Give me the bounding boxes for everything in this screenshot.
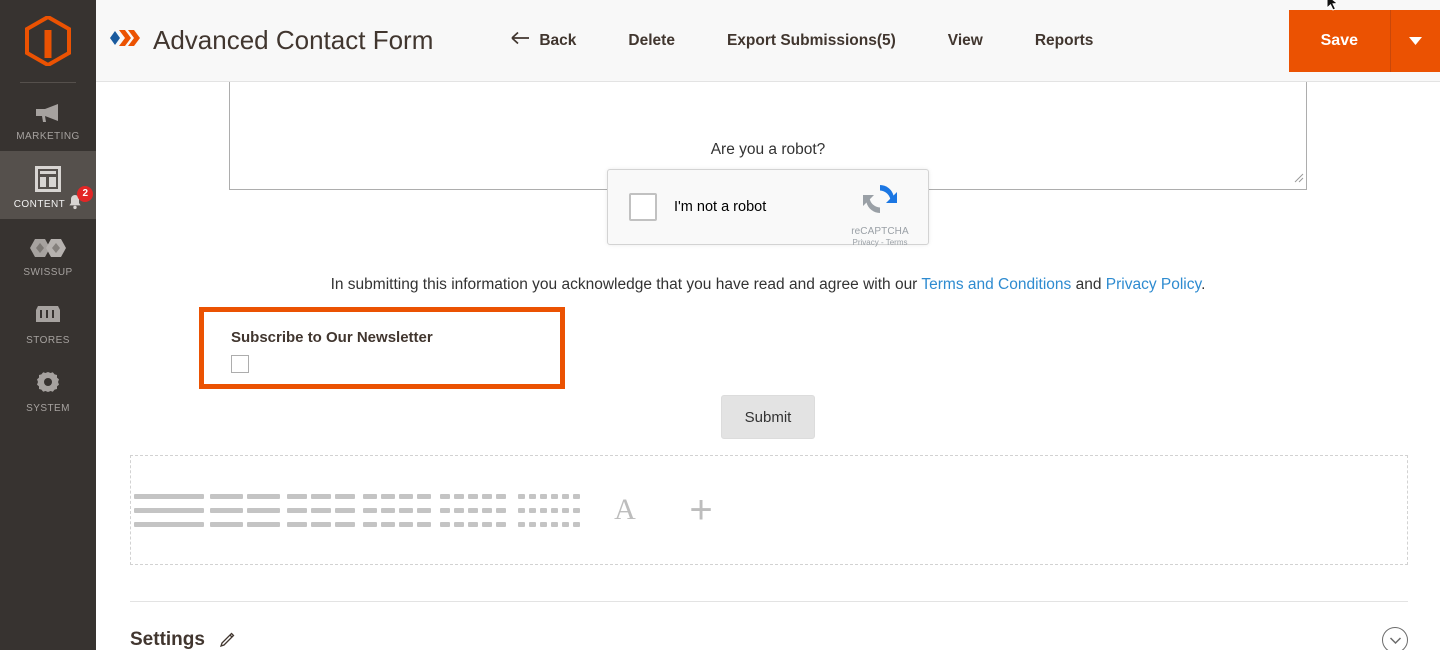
- recaptcha-branding: reCAPTCHA Privacy - Terms: [841, 178, 919, 247]
- columns-3-icon[interactable]: [283, 493, 359, 527]
- sidebar-item-swissup[interactable]: SWISSUP: [0, 219, 96, 287]
- terms-suffix: .: [1201, 276, 1206, 293]
- newsletter-field-highlight[interactable]: Subscribe to Our Newsletter: [199, 307, 565, 389]
- resize-handle-icon[interactable]: [1292, 170, 1304, 188]
- layout-toolbar: A +: [130, 455, 1408, 565]
- save-button[interactable]: Save: [1288, 10, 1390, 72]
- columns-6-icon[interactable]: [511, 493, 587, 527]
- caret-down-icon: [1408, 34, 1423, 49]
- content-layout-icon: [35, 164, 61, 194]
- sidebar-item-label: SWISSUP: [23, 266, 73, 278]
- back-button-label: Back: [539, 31, 577, 49]
- recaptcha-checkbox[interactable]: [629, 193, 657, 221]
- notification-badge: 2: [77, 186, 94, 202]
- save-button-group: Save: [1288, 10, 1440, 72]
- terms-prefix: In submitting this information you ackno…: [330, 276, 922, 293]
- submit-button[interactable]: Submit: [721, 395, 815, 439]
- notification-bell-icon[interactable]: 2: [68, 186, 94, 210]
- chevron-brand-icon: [108, 27, 140, 54]
- recaptcha-legal-text[interactable]: Privacy - Terms: [841, 238, 919, 247]
- back-button[interactable]: Back: [485, 31, 602, 50]
- gear-icon: [35, 369, 61, 399]
- newsletter-label: Subscribe to Our Newsletter: [231, 329, 433, 346]
- section-divider: [130, 601, 1408, 602]
- columns-5-icon[interactable]: [435, 493, 511, 527]
- storefront-icon: [34, 301, 62, 331]
- recaptcha-logo-icon: [859, 185, 901, 224]
- sidebar-item-label: SYSTEM: [26, 402, 70, 414]
- sidebar-item-label: CONTENT: [13, 198, 66, 210]
- pencil-icon[interactable]: [219, 632, 235, 648]
- columns-1-icon[interactable]: [131, 493, 207, 527]
- privacy-policy-link[interactable]: Privacy Policy: [1106, 276, 1201, 293]
- page-title: Advanced Contact Form: [108, 25, 433, 56]
- swissup-hexagons-icon: [29, 233, 67, 263]
- columns-4-icon[interactable]: [359, 493, 435, 527]
- delete-button[interactable]: Delete: [602, 32, 701, 50]
- sidebar-item-label: MARKETING: [16, 130, 80, 142]
- chevron-down-icon[interactable]: [1382, 627, 1408, 650]
- newsletter-checkbox[interactable]: [231, 355, 249, 373]
- view-button[interactable]: View: [922, 32, 1009, 50]
- sidebar-item-stores[interactable]: STORES: [0, 287, 96, 355]
- form-canvas: Are you a robot? I'm not a robot reCAPTC…: [96, 82, 1440, 650]
- arrow-left-icon: [511, 31, 530, 50]
- page-title-text: Advanced Contact Form: [153, 25, 434, 55]
- sidebar-item-label: STORES: [26, 334, 70, 346]
- recaptcha-label: I'm not a robot: [674, 199, 767, 215]
- export-submissions-button[interactable]: Export Submissions(5): [701, 32, 922, 50]
- sidebar-item-content[interactable]: CONTENT 2: [0, 151, 96, 219]
- sidebar-item-marketing[interactable]: MARKETING: [0, 83, 96, 151]
- page-header: Advanced Contact Form Back Delete Export…: [96, 0, 1440, 82]
- reports-button[interactable]: Reports: [1009, 32, 1120, 50]
- admin-sidebar: MARKETING CONTENT 2 SWISSUP STORES SYSTE…: [0, 0, 96, 650]
- terms-agreement-text: In submitting this information you ackno…: [96, 276, 1440, 294]
- recaptcha-widget[interactable]: I'm not a robot reCAPTCHA Privacy - Term…: [607, 169, 929, 247]
- add-element-icon[interactable]: +: [663, 490, 739, 530]
- terms-middle: and: [1071, 276, 1106, 293]
- sidebar-item-system[interactable]: SYSTEM: [0, 355, 96, 423]
- settings-title: Settings: [130, 629, 205, 650]
- app-root: MARKETING CONTENT 2 SWISSUP STORES SYSTE…: [0, 0, 1440, 650]
- recaptcha-brand-text: reCAPTCHA: [851, 226, 909, 237]
- robot-question-label: Are you a robot?: [710, 141, 826, 158]
- columns-2-icon[interactable]: [207, 493, 283, 527]
- terms-and-conditions-link[interactable]: Terms and Conditions: [921, 276, 1071, 293]
- save-dropdown-toggle[interactable]: [1390, 10, 1440, 72]
- settings-section-header: Settings: [130, 620, 1408, 650]
- header-actions: Back Delete Export Submissions(5) View R…: [485, 31, 1119, 50]
- text-element-icon[interactable]: A: [587, 495, 663, 525]
- mouse-cursor-icon: [1324, 0, 1340, 17]
- magento-logo[interactable]: [0, 0, 96, 82]
- megaphone-icon: [35, 97, 61, 127]
